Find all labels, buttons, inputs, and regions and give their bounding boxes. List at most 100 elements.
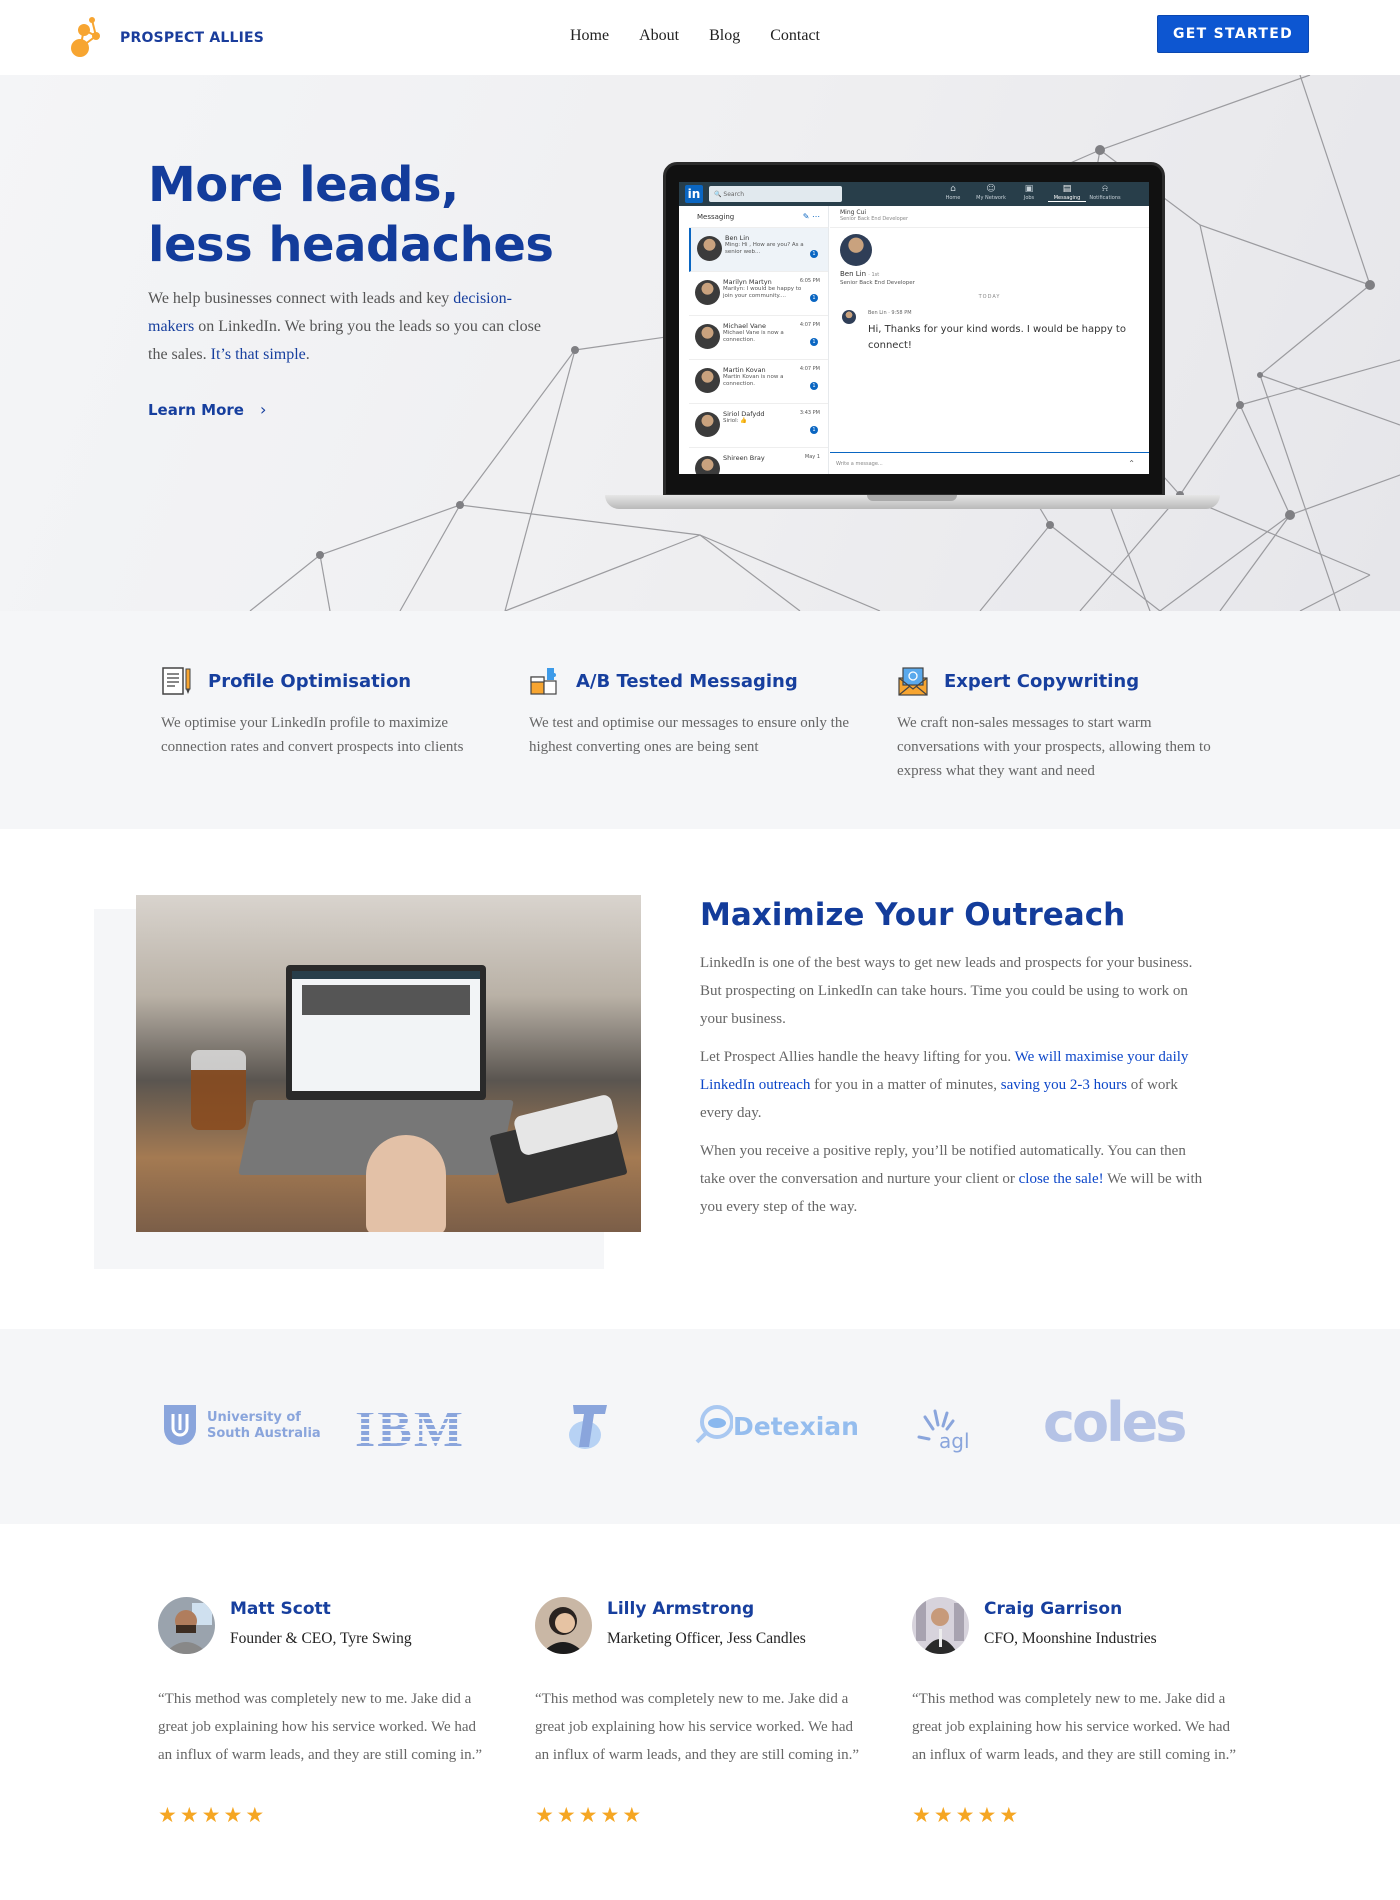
logo-ibm: IBM xyxy=(355,1401,465,1458)
nav-home[interactable]: Home xyxy=(570,27,609,45)
detexian-text: Detexian xyxy=(733,1411,859,1441)
profile-name-row: Ben Lin · 1st xyxy=(840,270,1139,278)
laptop-notch xyxy=(867,495,957,501)
puzzle-icon xyxy=(530,668,557,695)
chat-header-name: Ming Cui xyxy=(840,209,867,216)
chat-message: Ben Lin · 9:58 PM Hi, Thanks for your ki… xyxy=(830,302,1149,362)
logo-detexian: Detexian xyxy=(693,1404,859,1448)
linkedin-logo-icon: in xyxy=(685,185,703,203)
li-nav-jobs: ▣ Jobs xyxy=(1010,184,1048,202)
avatar xyxy=(697,236,722,261)
rating-stars: ★ ★ ★ ★ ★ xyxy=(912,1803,1018,1827)
saving-hours-link[interactable]: saving you 2-3 hours xyxy=(1001,1077,1127,1093)
avatar xyxy=(695,456,720,474)
message-input-placeholder: Write a message... xyxy=(836,461,883,467)
feature-header: Profile Optimisation xyxy=(161,665,501,697)
conversation-list: Messaging ✎ ⋯ Ben Lin Ming: Hi , How are y… xyxy=(689,206,829,474)
li-nav-label: Messaging xyxy=(1053,195,1081,201)
briefcase-icon: ▣ xyxy=(1024,184,1034,194)
learn-more-link[interactable]: Learn More › xyxy=(148,400,266,419)
get-started-button[interactable]: GET STARTED xyxy=(1157,15,1309,53)
conv-preview: Ming: Hi , How are you? As a senior web.… xyxy=(725,242,804,255)
linkedin-topbar: in 🔍 Search ⌂ Home ☺ My Network ▣ Jobs ▤ Mes… xyxy=(679,182,1149,206)
logo-telstra xyxy=(565,1401,609,1455)
conv-time: 6:05 PM xyxy=(799,278,820,284)
testimonial-role: CFO, Moonshine Industries xyxy=(984,1630,1157,1647)
logo-link[interactable]: PROSPECT ALLIES xyxy=(70,16,264,60)
conv-time: 4:07 PM xyxy=(799,366,820,372)
testimonial-name: Lilly Armstrong xyxy=(607,1599,755,1619)
conversation-item: Ben Lin Ming: Hi , How are you? As a seni… xyxy=(689,228,828,272)
avatar xyxy=(695,368,720,393)
document-pencil-icon xyxy=(162,667,191,695)
star-icon: ★ xyxy=(977,1803,997,1827)
unisa-shield-icon xyxy=(164,1405,196,1445)
nav-contact[interactable]: Contact xyxy=(770,27,820,45)
telstra-t-icon xyxy=(569,1405,607,1449)
unread-badge: 1 xyxy=(810,250,818,258)
testimonial-role: Marketing Officer, Jess Candles xyxy=(607,1630,806,1647)
search-placeholder: Search xyxy=(723,190,745,198)
close-the-sale-link[interactable]: close the sale! xyxy=(1019,1171,1104,1187)
hero-text-part: on LinkedIn. We bring you the leads so y… xyxy=(148,318,541,363)
unread-badge: 1 xyxy=(810,426,818,434)
hero-text-part: . xyxy=(305,346,310,363)
people-icon: ☺ xyxy=(986,184,996,194)
li-nav-network: ☺ My Network xyxy=(972,184,1010,202)
laptop-desk-photo xyxy=(136,895,641,1232)
avatar xyxy=(695,324,720,349)
conv-time: 3:43 PM xyxy=(799,410,820,416)
home-icon: ⌂ xyxy=(950,184,956,194)
star-icon: ★ xyxy=(933,1803,953,1827)
feature-title: Expert Copywriting xyxy=(944,670,1140,692)
photo-screen-cover xyxy=(302,985,470,1015)
photo-laptop-screen xyxy=(292,971,480,1091)
feature-text: We optimise your LinkedIn profile to max… xyxy=(161,715,464,755)
li-nav-label: Notifications xyxy=(1089,195,1121,201)
star-icon: ★ xyxy=(622,1803,642,1827)
profile-degree: · 1st xyxy=(868,272,880,278)
star-icon: ★ xyxy=(158,1803,177,1827)
testimonial-name: Matt Scott xyxy=(230,1599,331,1619)
nav-about[interactable]: About xyxy=(639,27,679,45)
logo-coles: coles xyxy=(1043,1391,1187,1454)
magnifier-cloud-icon xyxy=(695,1405,733,1444)
messaging-label: Messaging xyxy=(697,212,735,221)
linkedin-search: 🔍 Search xyxy=(709,186,842,202)
star-icon: ★ xyxy=(179,1803,199,1827)
unread-badge: 1 xyxy=(810,382,818,390)
outreach-paragraph-2: Let Prospect Allies handle the heavy lif… xyxy=(700,1043,1210,1127)
avatar-photo xyxy=(158,1597,215,1654)
chat-pane: Ming Cui Senior Back End Developer Ben Li… xyxy=(830,206,1149,474)
outreach-paragraph-3: When you receive a positive reply, you’l… xyxy=(700,1137,1210,1221)
thats-simple-link[interactable]: It’s that simple xyxy=(211,346,306,363)
text-part: for you in a matter of minutes, xyxy=(810,1077,1001,1093)
learn-more-label: Learn More xyxy=(148,400,244,419)
feature-profile-optimisation: Profile Optimisation We optimise your Li… xyxy=(161,665,501,759)
conversation-item: Siriol Dafydd Siriol: 👍 3:43 PM 1 xyxy=(689,404,828,448)
star-icon: ★ xyxy=(955,1803,975,1827)
conversation-item: Martin Kovan Martin Kovan is now a connec… xyxy=(689,360,828,404)
avatar xyxy=(158,1597,215,1654)
avatar xyxy=(912,1597,969,1654)
testimonial-quote: “This method was completely new to me. J… xyxy=(535,1691,860,1763)
avatar xyxy=(842,310,856,324)
conv-preview: Marilyn: I would be happy to join your c… xyxy=(723,286,802,299)
chevron-up-icon: ⌃ xyxy=(1128,459,1135,468)
conversation-item: Michael Vane Michael Vane is now a connec… xyxy=(689,316,828,360)
conversation-item: Marilyn Martyn Marilyn: I would be happy … xyxy=(689,272,828,316)
profile-role: Senior Back End Developer xyxy=(840,280,915,286)
hero-text-part: We help businesses connect with leads an… xyxy=(148,290,454,307)
avatar xyxy=(840,234,872,266)
star-icon: ★ xyxy=(578,1803,598,1827)
hero-section: More leads, less headaches We help busin… xyxy=(0,75,1400,611)
rating-stars: ★ ★ ★ ★ ★ xyxy=(535,1803,642,1827)
photo-laptop xyxy=(286,965,486,1100)
li-nav-home: ⌂ Home xyxy=(934,184,972,202)
star-icon: ★ xyxy=(535,1803,554,1827)
conv-preview: Martin Kovan is now a connection. xyxy=(723,374,784,387)
nav-blog[interactable]: Blog xyxy=(709,27,740,45)
li-nav-label: My Network xyxy=(976,195,1006,201)
outreach-section: Maximize Your Outreach LinkedIn is one o… xyxy=(0,829,1400,1329)
agl-text: agl xyxy=(939,1429,970,1453)
